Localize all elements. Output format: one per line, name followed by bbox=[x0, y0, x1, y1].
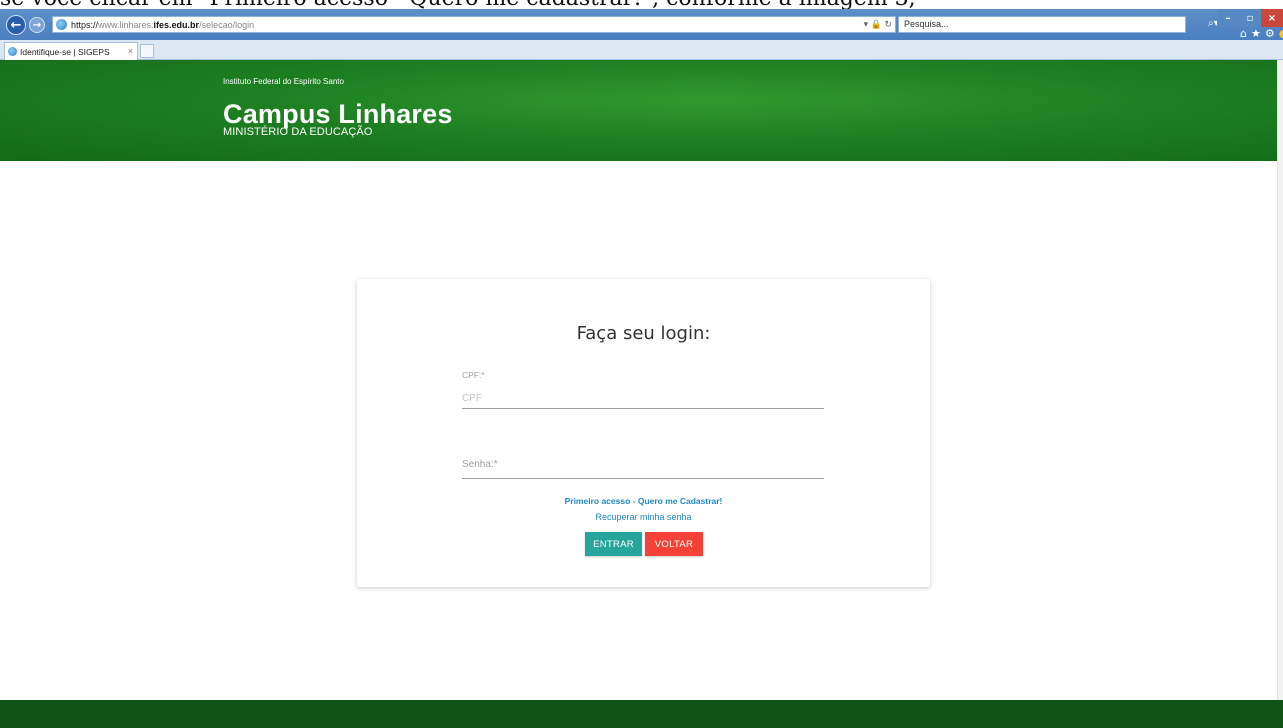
url-prefix: www.linhares. bbox=[98, 19, 154, 30]
cpf-label: CPF:* bbox=[462, 370, 485, 380]
institution-name: Instituto Federal do Espírito Santo bbox=[223, 77, 344, 86]
window-controls: – ▫ × bbox=[1217, 9, 1283, 27]
forward-button[interactable]: → bbox=[29, 17, 45, 33]
tab-close-icon[interactable]: × bbox=[128, 46, 133, 56]
close-window-button[interactable]: × bbox=[1261, 9, 1283, 27]
maximize-button[interactable]: ▫ bbox=[1239, 9, 1261, 27]
site-favicon-icon bbox=[56, 19, 67, 30]
recover-password-link[interactable]: Recuperar minha senha bbox=[357, 512, 930, 522]
restore-icon: ▫ bbox=[1246, 12, 1254, 24]
dropdown-icon[interactable]: ▾ bbox=[864, 19, 869, 29]
refresh-icon[interactable]: ↻ bbox=[884, 19, 892, 29]
new-tab-button[interactable] bbox=[140, 44, 154, 58]
page: se você clicar em "Primeiro acesso - Que… bbox=[0, 0, 1283, 728]
tab-row: Identifique-se | SIGEPS × bbox=[0, 40, 1283, 60]
site-footer bbox=[0, 700, 1283, 728]
gear-icon[interactable]: ⚙ bbox=[1265, 27, 1275, 40]
minimize-button[interactable]: – bbox=[1217, 9, 1239, 27]
browser-chrome: ← → https:// www.linhares. ifes.edu.br /… bbox=[0, 9, 1283, 60]
url-scheme: https:// bbox=[71, 19, 99, 30]
enter-button[interactable]: ENTRAR bbox=[585, 532, 642, 556]
back-button[interactable]: ← bbox=[6, 15, 26, 35]
browser-toolbar-icons: ⌂ ★ ⚙ ● bbox=[1240, 27, 1283, 40]
home-icon[interactable]: ⌂ bbox=[1240, 27, 1247, 40]
url-host: ifes.edu.br bbox=[153, 19, 200, 30]
first-access-link[interactable]: Primeiro acesso - Quero me Cadastrar! bbox=[357, 496, 930, 506]
address-bar-row: ← → https:// www.linhares. ifes.edu.br /… bbox=[0, 9, 1283, 40]
search-box[interactable]: Pesquisa... bbox=[898, 16, 1186, 33]
url-path: /selecao/login bbox=[199, 19, 255, 30]
password-label: Senha:* bbox=[462, 459, 498, 470]
minimize-icon: – bbox=[1225, 12, 1231, 24]
login-title: Faça seu login: bbox=[576, 323, 711, 344]
ministry-name: MINISTÉRIO DA EDUCAÇÃO bbox=[223, 126, 373, 138]
password-input[interactable] bbox=[462, 459, 824, 479]
star-icon[interactable]: ★ bbox=[1251, 27, 1261, 40]
page-scrollbar[interactable] bbox=[1277, 60, 1283, 700]
smiley-icon[interactable]: ● bbox=[1279, 27, 1283, 40]
address-bar[interactable]: https:// www.linhares. ifes.edu.br /sele… bbox=[52, 16, 896, 33]
lock-icon[interactable]: 🔒 bbox=[871, 19, 882, 29]
login-card: Faça seu login: CPF:* Senha:* Primeiro a… bbox=[357, 279, 930, 587]
tab-title: Identifique-se | SIGEPS bbox=[20, 46, 110, 57]
campus-title: Campus Linhares bbox=[223, 99, 453, 129]
back-button-form[interactable]: VOLTAR bbox=[645, 532, 703, 556]
cpf-input[interactable] bbox=[462, 389, 824, 409]
address-tools[interactable]: ▾ 🔒 ↻ bbox=[864, 19, 892, 30]
arrow-right-icon: → bbox=[32, 19, 42, 31]
arrow-left-icon: ← bbox=[10, 17, 22, 33]
tab-favicon-icon bbox=[8, 47, 17, 56]
tab-sigeps[interactable]: Identifique-se | SIGEPS × bbox=[4, 42, 138, 60]
close-icon: × bbox=[1267, 12, 1277, 24]
site-header: Instituto Federal do Espírito Santo Camp… bbox=[0, 60, 1283, 161]
